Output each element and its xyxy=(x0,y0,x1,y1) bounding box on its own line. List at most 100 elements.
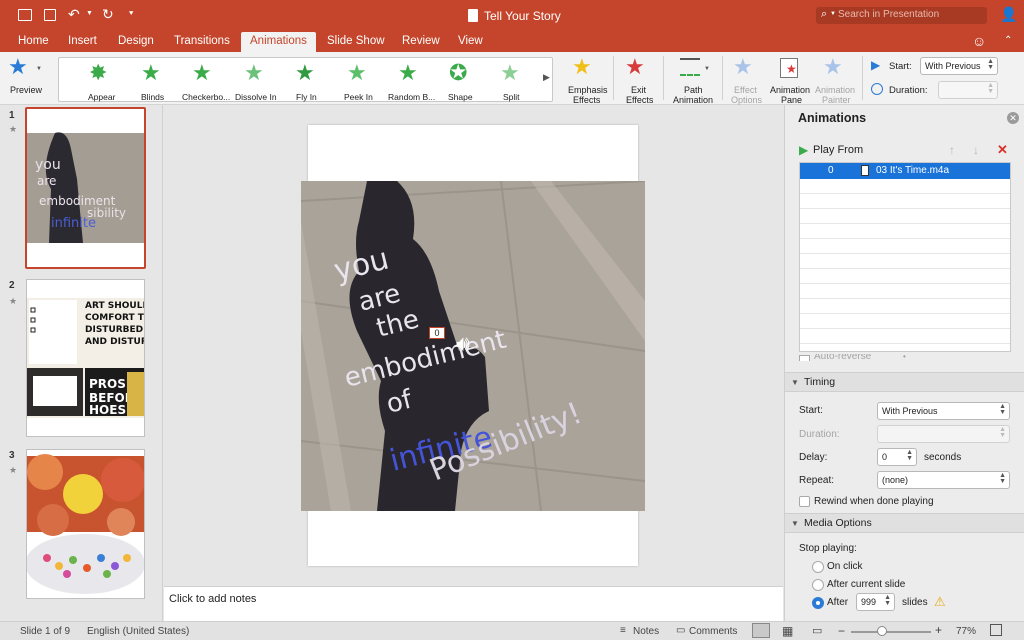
zoom-in-icon[interactable]: + xyxy=(935,623,942,637)
animation-pane: Animations ✕ ▶ Play From ↑ ↓ ✕ 0 03 It's… xyxy=(784,105,1024,621)
rewind-label[interactable]: Rewind when done playing xyxy=(814,496,934,507)
comments-button[interactable]: Comments xyxy=(689,626,737,637)
select-arrows-icon: ▲ ▼ xyxy=(987,58,994,71)
stop-after-stepper[interactable]: 999 ▲ ▼ xyxy=(856,593,895,611)
animation-pane-label-2[interactable]: Pane xyxy=(781,95,802,105)
auto-reverse-checkbox xyxy=(799,355,810,361)
timing-section-header[interactable]: ▼ Timing xyxy=(785,372,1024,392)
zoom-slider-thumb[interactable] xyxy=(877,626,887,636)
animation-list-item[interactable]: 0 03 It's Time.m4a xyxy=(800,163,1010,179)
search-input[interactable]: Search in Presentation xyxy=(838,9,939,20)
smiley-feedback-icon[interactable]: ☺ xyxy=(972,33,986,49)
slide-thumbnails: 1 ★ you are embodiment infinite sibility… xyxy=(0,105,163,621)
stepper-arrows-icon[interactable]: ▲ ▼ xyxy=(884,594,891,607)
tab-animations[interactable]: Animations xyxy=(241,32,316,52)
emphasis-effects-label-1[interactable]: Emphasis xyxy=(568,85,608,95)
status-bar: Slide 1 of 9 English (United States) ≡ N… xyxy=(0,621,1024,640)
stop-after-current-radio[interactable] xyxy=(812,579,824,591)
redo-icon[interactable]: ↻ xyxy=(102,6,114,23)
emphasis-effects-label-2[interactable]: Effects xyxy=(573,95,600,105)
tab-insert[interactable]: Insert xyxy=(68,35,97,47)
undo-icon[interactable]: ↶ xyxy=(68,6,80,23)
exit-effects-label-1[interactable]: Exit xyxy=(631,85,646,95)
stop-after-label[interactable]: After xyxy=(827,597,848,608)
delete-animation-icon[interactable]: ✕ xyxy=(997,142,1008,158)
stop-on-click-label[interactable]: On click xyxy=(827,561,863,572)
document-icon xyxy=(468,9,478,22)
tab-design[interactable]: Design xyxy=(118,35,154,47)
stop-after-value: 999 xyxy=(861,597,877,607)
ribbon-divider xyxy=(613,56,614,100)
timing-repeat-select[interactable]: (none) ▲ ▼ xyxy=(877,471,1010,489)
zoom-level[interactable]: 77% xyxy=(956,626,976,637)
share-icon[interactable]: 👤 xyxy=(1000,6,1017,23)
normal-view-icon[interactable] xyxy=(752,623,770,638)
sidebar-toggle-icon[interactable] xyxy=(18,9,32,21)
zoom-out-icon[interactable]: − xyxy=(838,624,845,638)
ribbon-tabs: Home Insert Design Transitions Animation… xyxy=(0,32,1024,52)
animation-painter-icon: ★ xyxy=(823,54,843,79)
svg-text:DISTURBED: DISTURBED xyxy=(85,325,143,335)
path-animation-label-1[interactable]: Path xyxy=(684,85,703,95)
animation-pane-label-1[interactable]: Animation xyxy=(770,85,810,95)
exit-effects-label-2[interactable]: Effects xyxy=(626,95,653,105)
animation-order-badge[interactable]: 0 xyxy=(429,327,445,339)
timing-delay-stepper[interactable]: 0 ▲ ▼ xyxy=(877,448,917,466)
comments-icon[interactable]: ▭ xyxy=(676,625,685,636)
tab-slide-show[interactable]: Slide Show xyxy=(327,35,385,47)
undo-dropdown-icon[interactable]: ▼ xyxy=(86,10,93,17)
media-options-section-header[interactable]: ▼ Media Options xyxy=(785,513,1024,533)
exit-effects-icon[interactable]: ★ xyxy=(625,56,645,78)
start-play-icon: ▶ xyxy=(871,58,881,72)
fit-to-window-icon[interactable] xyxy=(990,624,1002,636)
animation-list: 0 03 It's Time.m4a xyxy=(799,162,1011,352)
search-box[interactable]: ⌕ ▼ Search in Presentation xyxy=(816,7,987,24)
path-animation-icon[interactable] xyxy=(680,58,700,76)
timing-header: Timing xyxy=(804,376,836,388)
stop-after-current-label[interactable]: After current slide xyxy=(827,579,905,590)
animation-item-name: 03 It's Time.m4a xyxy=(876,165,950,176)
close-pane-icon[interactable]: ✕ xyxy=(1007,112,1019,124)
stop-on-click-radio[interactable] xyxy=(812,561,824,573)
thumbnail-3[interactable] xyxy=(25,449,145,599)
notes-icon[interactable]: ≡ xyxy=(620,625,626,636)
rewind-checkbox[interactable] xyxy=(799,496,810,507)
thumbnail-2[interactable]: ART SHOULD COMFORT THE DISTURBED AND DIS… xyxy=(26,279,158,437)
pane-splitter[interactable]: • xyxy=(903,352,906,361)
stepper-arrows-icon[interactable]: ▲ ▼ xyxy=(906,449,913,462)
warning-icon[interactable]: ⚠ xyxy=(934,594,946,610)
ribbon-collapse-icon[interactable]: ⌃ xyxy=(1004,35,1012,46)
tab-view[interactable]: View xyxy=(458,35,483,47)
slide-counter: Slide 1 of 9 xyxy=(20,626,71,637)
timing-start-select[interactable]: With Previous ▲ ▼ xyxy=(877,402,1010,420)
path-dropdown-icon[interactable]: ▼ xyxy=(704,66,710,72)
tab-review[interactable]: Review xyxy=(402,35,440,47)
notes-area[interactable]: Click to add notes xyxy=(164,586,783,621)
slide-photo[interactable]: you are the embodiment of infinite Possi… xyxy=(301,181,645,511)
tab-transitions[interactable]: Transitions xyxy=(174,35,230,47)
notes-placeholder[interactable]: Click to add notes xyxy=(169,593,256,605)
media-disclosure-icon: ▼ xyxy=(791,519,799,528)
save-icon[interactable] xyxy=(44,9,56,21)
thumbnail-1[interactable]: you are embodiment infinite sibility xyxy=(25,107,146,269)
notes-button[interactable]: Notes xyxy=(633,626,659,637)
language-indicator[interactable]: English (United States) xyxy=(87,626,189,637)
animation-item-order: 0 xyxy=(828,165,834,176)
reading-view-icon[interactable]: ▭ xyxy=(812,624,822,637)
customize-toolbar-icon[interactable]: ⯆ xyxy=(128,9,134,19)
zoom-slider[interactable] xyxy=(851,626,931,636)
slide-stage: you are the embodiment of infinite Possi… xyxy=(164,105,783,585)
ribbon-divider xyxy=(663,56,664,100)
slide-sorter-icon[interactable]: ▦ xyxy=(782,624,793,638)
ribbon-start-select[interactable]: With Previous ▲ ▼ xyxy=(920,57,998,75)
ribbon-start-value: With Previous xyxy=(925,61,981,71)
emphasis-effects-icon[interactable]: ★ xyxy=(572,56,592,78)
stop-after-radio[interactable] xyxy=(812,597,824,609)
move-up-icon: ↑ xyxy=(949,143,955,157)
play-from-icon[interactable]: ▶ xyxy=(799,143,808,157)
audio-speaker-icon[interactable]: 🔊︎ xyxy=(456,333,470,355)
path-animation-label-2[interactable]: Animation xyxy=(673,95,713,105)
tab-home[interactable]: Home xyxy=(18,35,49,47)
svg-text:ART SHOULD: ART SHOULD xyxy=(85,301,144,311)
play-from-button[interactable]: Play From xyxy=(813,144,863,156)
